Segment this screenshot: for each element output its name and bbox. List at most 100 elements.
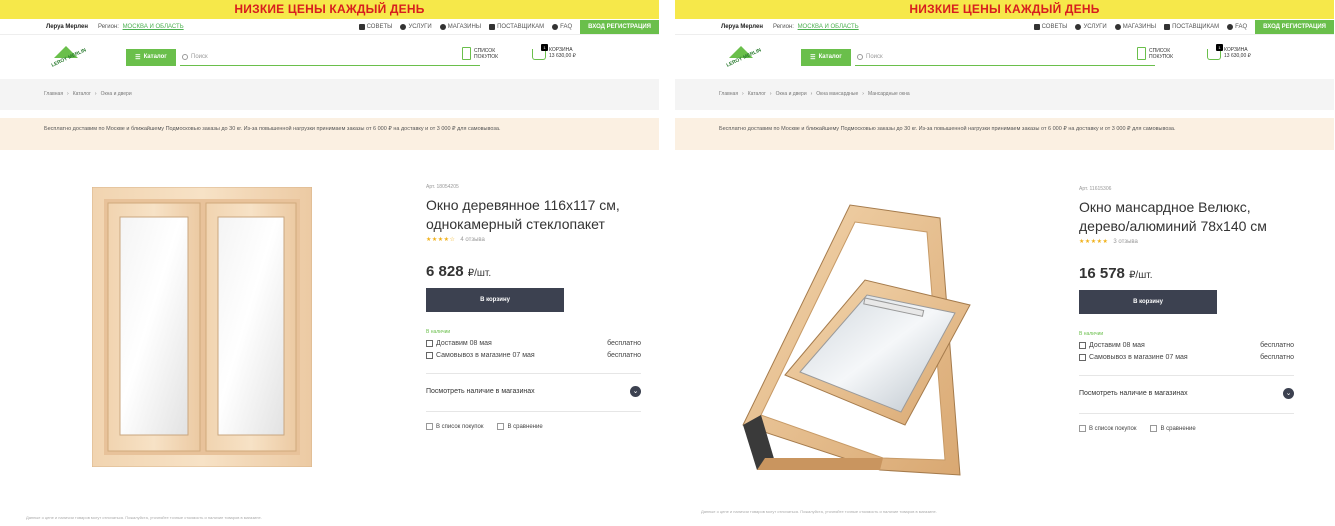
tips-icon bbox=[358, 23, 365, 30]
pickup-row: Самовывоз в магазине 07 мая бесплатно bbox=[426, 352, 641, 359]
login-button[interactable]: ВХОД РЕГИСТРАЦИЯ bbox=[1255, 19, 1334, 34]
breadcrumb-item[interactable]: Мансардные окна bbox=[868, 91, 910, 97]
cart-button[interactable]: 1 КОРЗИНА 13 630,00 ₽ bbox=[532, 44, 576, 60]
product-info: Арт. 11615306 Окно мансардное Велюкс, де… bbox=[1079, 186, 1294, 432]
compare-checkbox[interactable]: В сравнение bbox=[497, 423, 543, 430]
breadcrumb-separator: › bbox=[94, 91, 97, 97]
faq-link[interactable]: FAQ bbox=[1227, 23, 1247, 30]
region-link[interactable]: МОСКВА И ОБЛАСТЬ bbox=[798, 24, 859, 30]
reviews-link[interactable]: 4 отзыва bbox=[460, 237, 484, 243]
stock-status: В наличии bbox=[426, 329, 451, 335]
delivery-date: Доставим 08 мая bbox=[1089, 342, 1145, 349]
region-selector[interactable]: Регион: МОСКВА И ОБЛАСТЬ bbox=[98, 24, 184, 30]
breadcrumb-item[interactable]: Главная bbox=[44, 91, 63, 97]
compare-label: В сравнение bbox=[507, 423, 543, 430]
brand-link[interactable]: Леруа Мерлен bbox=[721, 24, 763, 30]
tips-link[interactable]: СОВЕТЫ bbox=[1033, 23, 1068, 30]
stores-link[interactable]: МАГАЗИНЫ bbox=[439, 23, 481, 30]
services-link[interactable]: УСЛУГИ bbox=[1075, 23, 1107, 30]
catalog-button[interactable]: ☰ Каталог bbox=[126, 48, 176, 66]
product-image[interactable] bbox=[715, 200, 1015, 480]
pin-icon bbox=[439, 23, 446, 30]
breadcrumb-item[interactable]: Каталог bbox=[73, 91, 91, 97]
store-availability-button[interactable]: Посмотреть наличие в магазинах ⌄ bbox=[1079, 388, 1294, 399]
breadcrumb: Главная › Каталог › Окна и двери bbox=[0, 79, 659, 110]
breadcrumb-item[interactable]: Окна и двери bbox=[101, 91, 132, 97]
breadcrumb-item[interactable]: Каталог bbox=[748, 91, 766, 97]
shopping-list-button[interactable]: СПИСОК ПОКУПОК bbox=[462, 47, 508, 60]
delivery-date: Доставим 08 мая bbox=[436, 340, 492, 347]
add-to-list-label: В список покупок bbox=[436, 423, 484, 430]
add-to-cart-button[interactable]: В корзину bbox=[1079, 290, 1217, 314]
search-input[interactable]: Поиск bbox=[855, 49, 1155, 66]
logo[interactable]: LEROY MERLIN bbox=[50, 43, 87, 71]
footnote: Данные о цене и наличии товаров могут от… bbox=[701, 509, 937, 514]
cart-text: КОРЗИНА 13 630,00 ₽ bbox=[549, 47, 576, 59]
search-placeholder: Поиск bbox=[191, 53, 208, 60]
promo-banner[interactable]: НИЗКИЕ ЦЕНЫ КАЖДЫЙ ДЕНЬ bbox=[0, 0, 659, 19]
reviews-link[interactable]: 3 отзыва bbox=[1113, 239, 1137, 245]
stores-label: МАГАЗИНЫ bbox=[1122, 23, 1157, 30]
suppliers-label: ПОСТАВЩИКАМ bbox=[1172, 23, 1220, 30]
rating[interactable]: ★★★★★ 3 отзыва bbox=[1079, 238, 1294, 246]
services-icon bbox=[400, 23, 407, 30]
catalog-label: Каталог bbox=[818, 54, 842, 60]
store-availability-button[interactable]: Посмотреть наличие в магазинах ⌄ bbox=[426, 386, 641, 397]
add-to-list-checkbox[interactable]: В список покупок bbox=[426, 423, 483, 430]
cart-sum: 13 630,00 ₽ bbox=[549, 53, 576, 59]
price: 6 828 ₽/шт. bbox=[426, 263, 641, 280]
stores-link[interactable]: МАГАЗИНЫ bbox=[1114, 23, 1157, 30]
handshake-icon bbox=[489, 23, 496, 30]
region-label: Регион: bbox=[97, 23, 119, 30]
login-button[interactable]: ВХОД РЕГИСТРАЦИЯ bbox=[580, 19, 659, 34]
menu-icon: ☰ bbox=[810, 54, 816, 61]
add-to-list-checkbox[interactable]: В список покупок bbox=[1079, 425, 1136, 432]
region-link[interactable]: МОСКВА И ОБЛАСТЬ bbox=[123, 24, 184, 30]
shopping-list-button[interactable]: СПИСОК ПОКУПОК bbox=[1137, 47, 1183, 60]
brand-link[interactable]: Леруа Мерлен bbox=[46, 24, 88, 30]
footnote: Данные о цене и наличии товаров могут от… bbox=[26, 515, 262, 520]
handshake-icon bbox=[1164, 23, 1171, 30]
promo-banner[interactable]: НИЗКИЕ ЦЕНЫ КАЖДЫЙ ДЕНЬ bbox=[675, 0, 1334, 19]
catalog-button[interactable]: ☰ Каталог bbox=[801, 48, 851, 66]
wooden-window-image bbox=[91, 186, 313, 468]
price-unit: ₽/шт. bbox=[467, 268, 492, 279]
suppliers-label: ПОСТАВЩИКАМ bbox=[497, 23, 545, 30]
product-image[interactable] bbox=[91, 186, 313, 468]
tips-link[interactable]: СОВЕТЫ bbox=[358, 23, 392, 30]
breadcrumb-item[interactable]: Окна мансардные bbox=[816, 91, 858, 97]
pickup-date: Самовывоз в магазине 07 мая bbox=[436, 352, 535, 359]
region-selector[interactable]: Регион: МОСКВА И ОБЛАСТЬ bbox=[773, 24, 859, 30]
services-link[interactable]: УСЛУГИ bbox=[400, 23, 432, 30]
services-icon bbox=[1075, 23, 1082, 30]
search-input[interactable]: Поиск bbox=[180, 49, 480, 66]
checkbox-icon bbox=[426, 423, 433, 430]
logo[interactable]: LEROY MERLIN bbox=[725, 43, 762, 71]
compare-checkbox[interactable]: В сравнение bbox=[1150, 425, 1196, 432]
cart-button[interactable]: 1 КОРЗИНА 13 630,00 ₽ bbox=[1207, 44, 1251, 60]
breadcrumb-item[interactable]: Главная bbox=[719, 91, 738, 97]
menu-icon: ☰ bbox=[135, 54, 141, 61]
checkbox-icon bbox=[1150, 425, 1158, 432]
delivery-row: Доставим 08 мая бесплатно bbox=[426, 340, 641, 347]
checkbox-group: В список покупок В сравнение bbox=[426, 423, 641, 430]
delivery-price: бесплатно bbox=[1260, 342, 1294, 349]
top-bar: Леруа Мерлен Регион: МОСКВА И ОБЛАСТЬ СО… bbox=[0, 19, 659, 35]
services-label: УСЛУГИ bbox=[1083, 23, 1107, 30]
tips-label: СОВЕТЫ bbox=[1041, 23, 1068, 30]
rating[interactable]: ★★★★☆ 4 отзыва bbox=[426, 236, 641, 244]
price: 16 578 ₽/шт. bbox=[1079, 265, 1294, 282]
faq-link[interactable]: FAQ bbox=[552, 23, 572, 30]
suppliers-link[interactable]: ПОСТАВЩИКАМ bbox=[1164, 23, 1220, 30]
add-to-cart-button[interactable]: В корзину bbox=[426, 288, 564, 312]
suppliers-link[interactable]: ПОСТАВЩИКАМ bbox=[489, 23, 545, 30]
chevron-down-icon: ⌄ bbox=[630, 386, 641, 397]
breadcrumb-separator: › bbox=[769, 91, 772, 97]
breadcrumb-item[interactable]: Окна и двери bbox=[776, 91, 807, 97]
breadcrumb-separator: › bbox=[810, 91, 813, 97]
header: LEROY MERLIN ☰ Каталог Поиск СПИСОК ПОКУП… bbox=[0, 35, 659, 79]
delivery-row: Доставим 08 мая бесплатно bbox=[1079, 342, 1294, 349]
divider bbox=[426, 411, 641, 412]
breadcrumb: Главная › Каталог › Окна и двери › Окна мансар… bbox=[675, 79, 1334, 110]
search-icon bbox=[857, 53, 863, 60]
